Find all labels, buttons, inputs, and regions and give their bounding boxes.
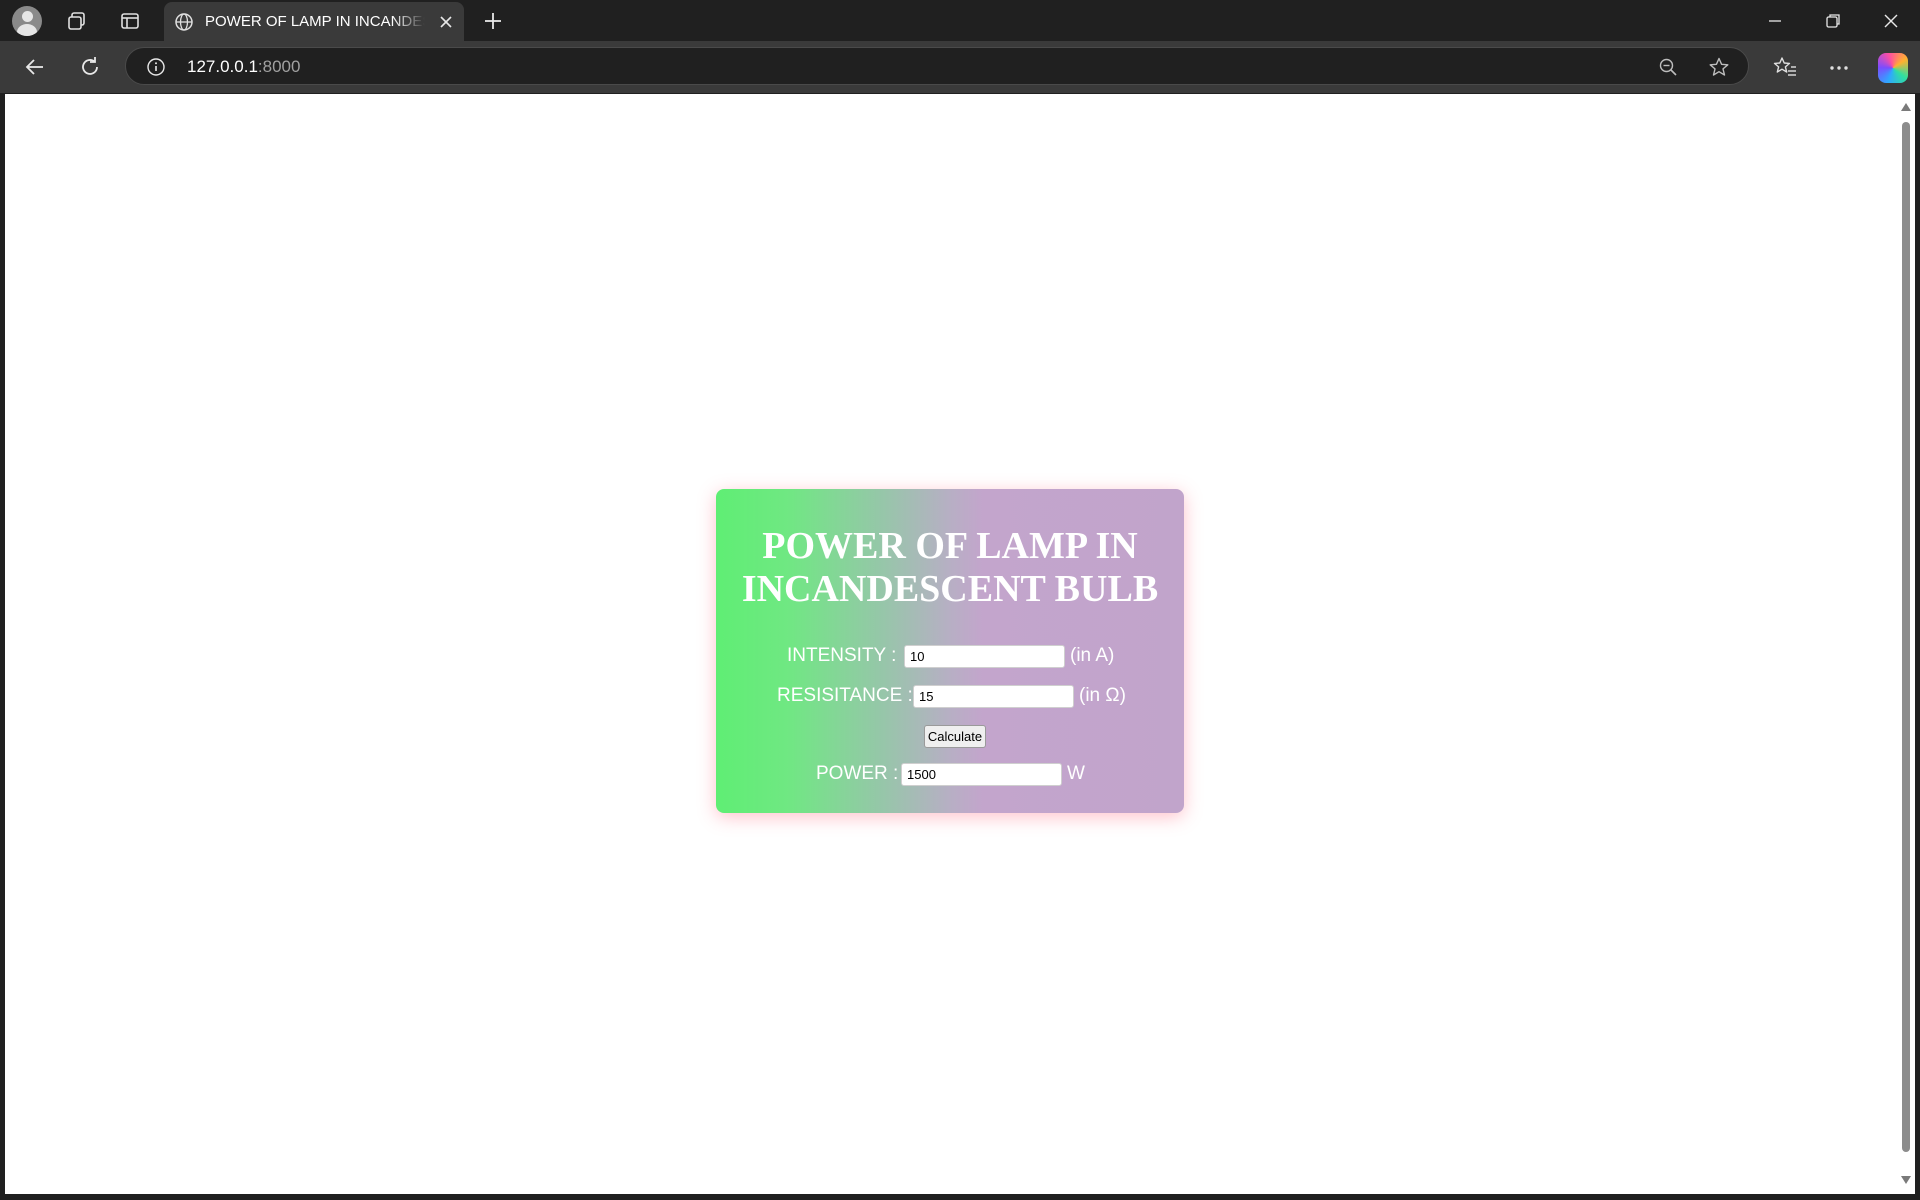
power-unit: W <box>1067 763 1085 784</box>
scroll-down-arrow-icon[interactable] <box>1901 1176 1911 1184</box>
intensity-row <box>716 1037 1184 1063</box>
calculate-row: Calculate <box>716 725 1184 751</box>
power-output[interactable] <box>901 763 1062 786</box>
back-arrow-icon[interactable] <box>19 51 51 83</box>
resistance-unit: (in Ω) <box>1079 685 1126 706</box>
vertical-tabs-icon[interactable] <box>115 6 145 36</box>
url-text: 127.0.0.1:8000 <box>187 57 300 77</box>
intensity-label: INTENSITY : <box>787 645 897 666</box>
resistance-label: RESISITANCE : <box>777 685 913 706</box>
intensity-unit: (in A) <box>1070 645 1115 666</box>
new-tab-icon[interactable] <box>480 8 506 34</box>
avatar-head <box>22 11 33 22</box>
tab-strip: POWER OF LAMP IN INCANDESCENT BULB <box>0 0 1920 41</box>
site-info-icon[interactable] <box>146 57 166 77</box>
favorites-list-icon[interactable] <box>1772 55 1798 81</box>
power-row: POWER : W <box>716 761 1184 787</box>
resistance-row: RESISITANCE : (in Ω) <box>716 683 1184 709</box>
more-options-icon[interactable] <box>1826 55 1852 81</box>
intensity-row: INTENSITY : (in A) <box>716 643 1184 669</box>
close-tab-icon[interactable] <box>436 12 456 32</box>
resistance-input[interactable] <box>913 685 1074 708</box>
scroll-up-arrow-icon[interactable] <box>1901 103 1911 111</box>
close-window-icon[interactable] <box>1876 8 1906 34</box>
copilot-icon[interactable] <box>1878 53 1908 83</box>
calculate-button[interactable]: Calculate <box>924 725 986 748</box>
avatar-body <box>17 24 37 36</box>
form-area: INTENSITY : (in A) RESISITANCE : (in Ω) … <box>716 489 1184 813</box>
restore-icon[interactable] <box>1818 8 1848 34</box>
reload-icon[interactable] <box>74 51 106 83</box>
power-label: POWER : <box>816 763 899 784</box>
favorite-star-icon[interactable] <box>1708 56 1730 78</box>
vertical-scrollbar[interactable] <box>1897 94 1915 1194</box>
scroll-thumb[interactable] <box>1902 122 1910 1152</box>
address-bar[interactable]: 127.0.0.1:8000 <box>125 47 1749 85</box>
url-port: :8000 <box>257 57 301 76</box>
globe-icon <box>175 13 193 31</box>
active-tab[interactable]: POWER OF LAMP IN INCANDESCENT BULB <box>164 2 464 41</box>
profile-avatar[interactable] <box>12 6 42 36</box>
intensity-input[interactable] <box>904 645 1065 668</box>
workspaces-icon[interactable] <box>62 6 92 36</box>
zoom-out-icon[interactable] <box>1657 56 1679 78</box>
url-host: 127.0.0.1 <box>187 57 258 76</box>
tab-title: POWER OF LAMP IN INCANDESCENT BULB <box>205 13 425 30</box>
browser-toolbar: 127.0.0.1:8000 <box>0 41 1920 93</box>
minimize-icon[interactable] <box>1760 8 1790 34</box>
